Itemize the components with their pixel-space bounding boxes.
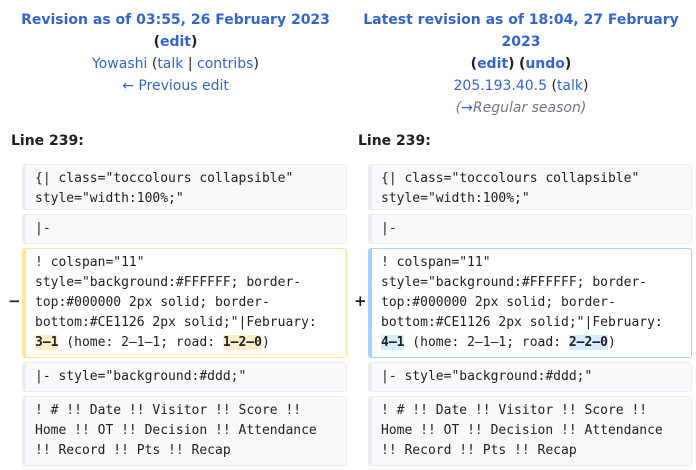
line-number-left: Line 239: [11, 133, 84, 149]
added-line-mid: (home: 2–1–1; road: [404, 335, 569, 350]
new-edit-link[interactable]: edit [477, 56, 508, 72]
diff-context-right-4: |- style="background:#ddd;" [368, 362, 692, 392]
diff-context-right-5: ! # !! Date !! Visitor !! Score !! Home … [368, 396, 692, 466]
diff-context-left-1: {| class="toccolours collapsible" style=… [22, 164, 347, 210]
deleted-line-suffix: ) [262, 335, 270, 350]
previous-edit-link[interactable]: ← Previous edit [122, 78, 229, 94]
diff-context-right-1: {| class="toccolours collapsible" style=… [368, 164, 692, 210]
new-revision-header: Latest revision as of 18:04, 27 February… [346, 9, 696, 119]
new-revision-link[interactable]: Latest revision as of 18:04, 27 February… [363, 12, 679, 50]
diff-context-left-2: |- [22, 214, 347, 244]
added-record: 4–1 [381, 335, 405, 350]
added-line-suffix: ) [608, 335, 616, 350]
diff-context-left-4: |- style="background:#ddd;" [22, 362, 347, 392]
section-arrow-link[interactable]: → [461, 100, 473, 116]
edit-summary: (→Regular season) [455, 100, 587, 116]
deleted-line-mid: (home: 2–1–1; road: [58, 335, 223, 350]
diff-context-right-2: |- [368, 214, 692, 244]
diff-deleted-line: ! colspan="11" style="background:#FFFFFF… [22, 248, 347, 358]
deleted-record: 3–1 [35, 335, 59, 350]
old-user-link[interactable]: Yowashi [92, 56, 147, 72]
new-user-link[interactable]: 205.193.40.5 [454, 78, 548, 94]
old-revision-link[interactable]: Revision as of 03:55, 26 February 2023 [21, 12, 330, 28]
deletion-marker: − [8, 292, 21, 310]
diff-added-line: ! colspan="11" style="background:#FFFFFF… [368, 248, 692, 358]
diff-context-left-5: ! # !! Date !! Visitor !! Score !! Home … [22, 396, 347, 466]
line-number-right: Line 239: [358, 133, 431, 149]
added-road-record: 2–2–0 [568, 335, 608, 350]
old-revision-header: Revision as of 03:55, 26 February 2023 (… [21, 12, 330, 94]
section-name: Regular season [472, 100, 581, 116]
new-talk-link[interactable]: talk [557, 78, 583, 94]
addition-marker: + [354, 292, 367, 310]
old-talk-link[interactable]: talk [157, 56, 183, 72]
deleted-line-prefix: ! colspan="11" style="background:#FFFFFF… [35, 255, 325, 330]
added-line-prefix: ! colspan="11" style="background:#FFFFFF… [381, 255, 671, 330]
undo-link[interactable]: undo [525, 56, 565, 72]
old-edit-link[interactable]: edit [160, 34, 191, 50]
deleted-road-record: 1–2–0 [222, 335, 262, 350]
old-contribs-link[interactable]: contribs [197, 56, 253, 72]
